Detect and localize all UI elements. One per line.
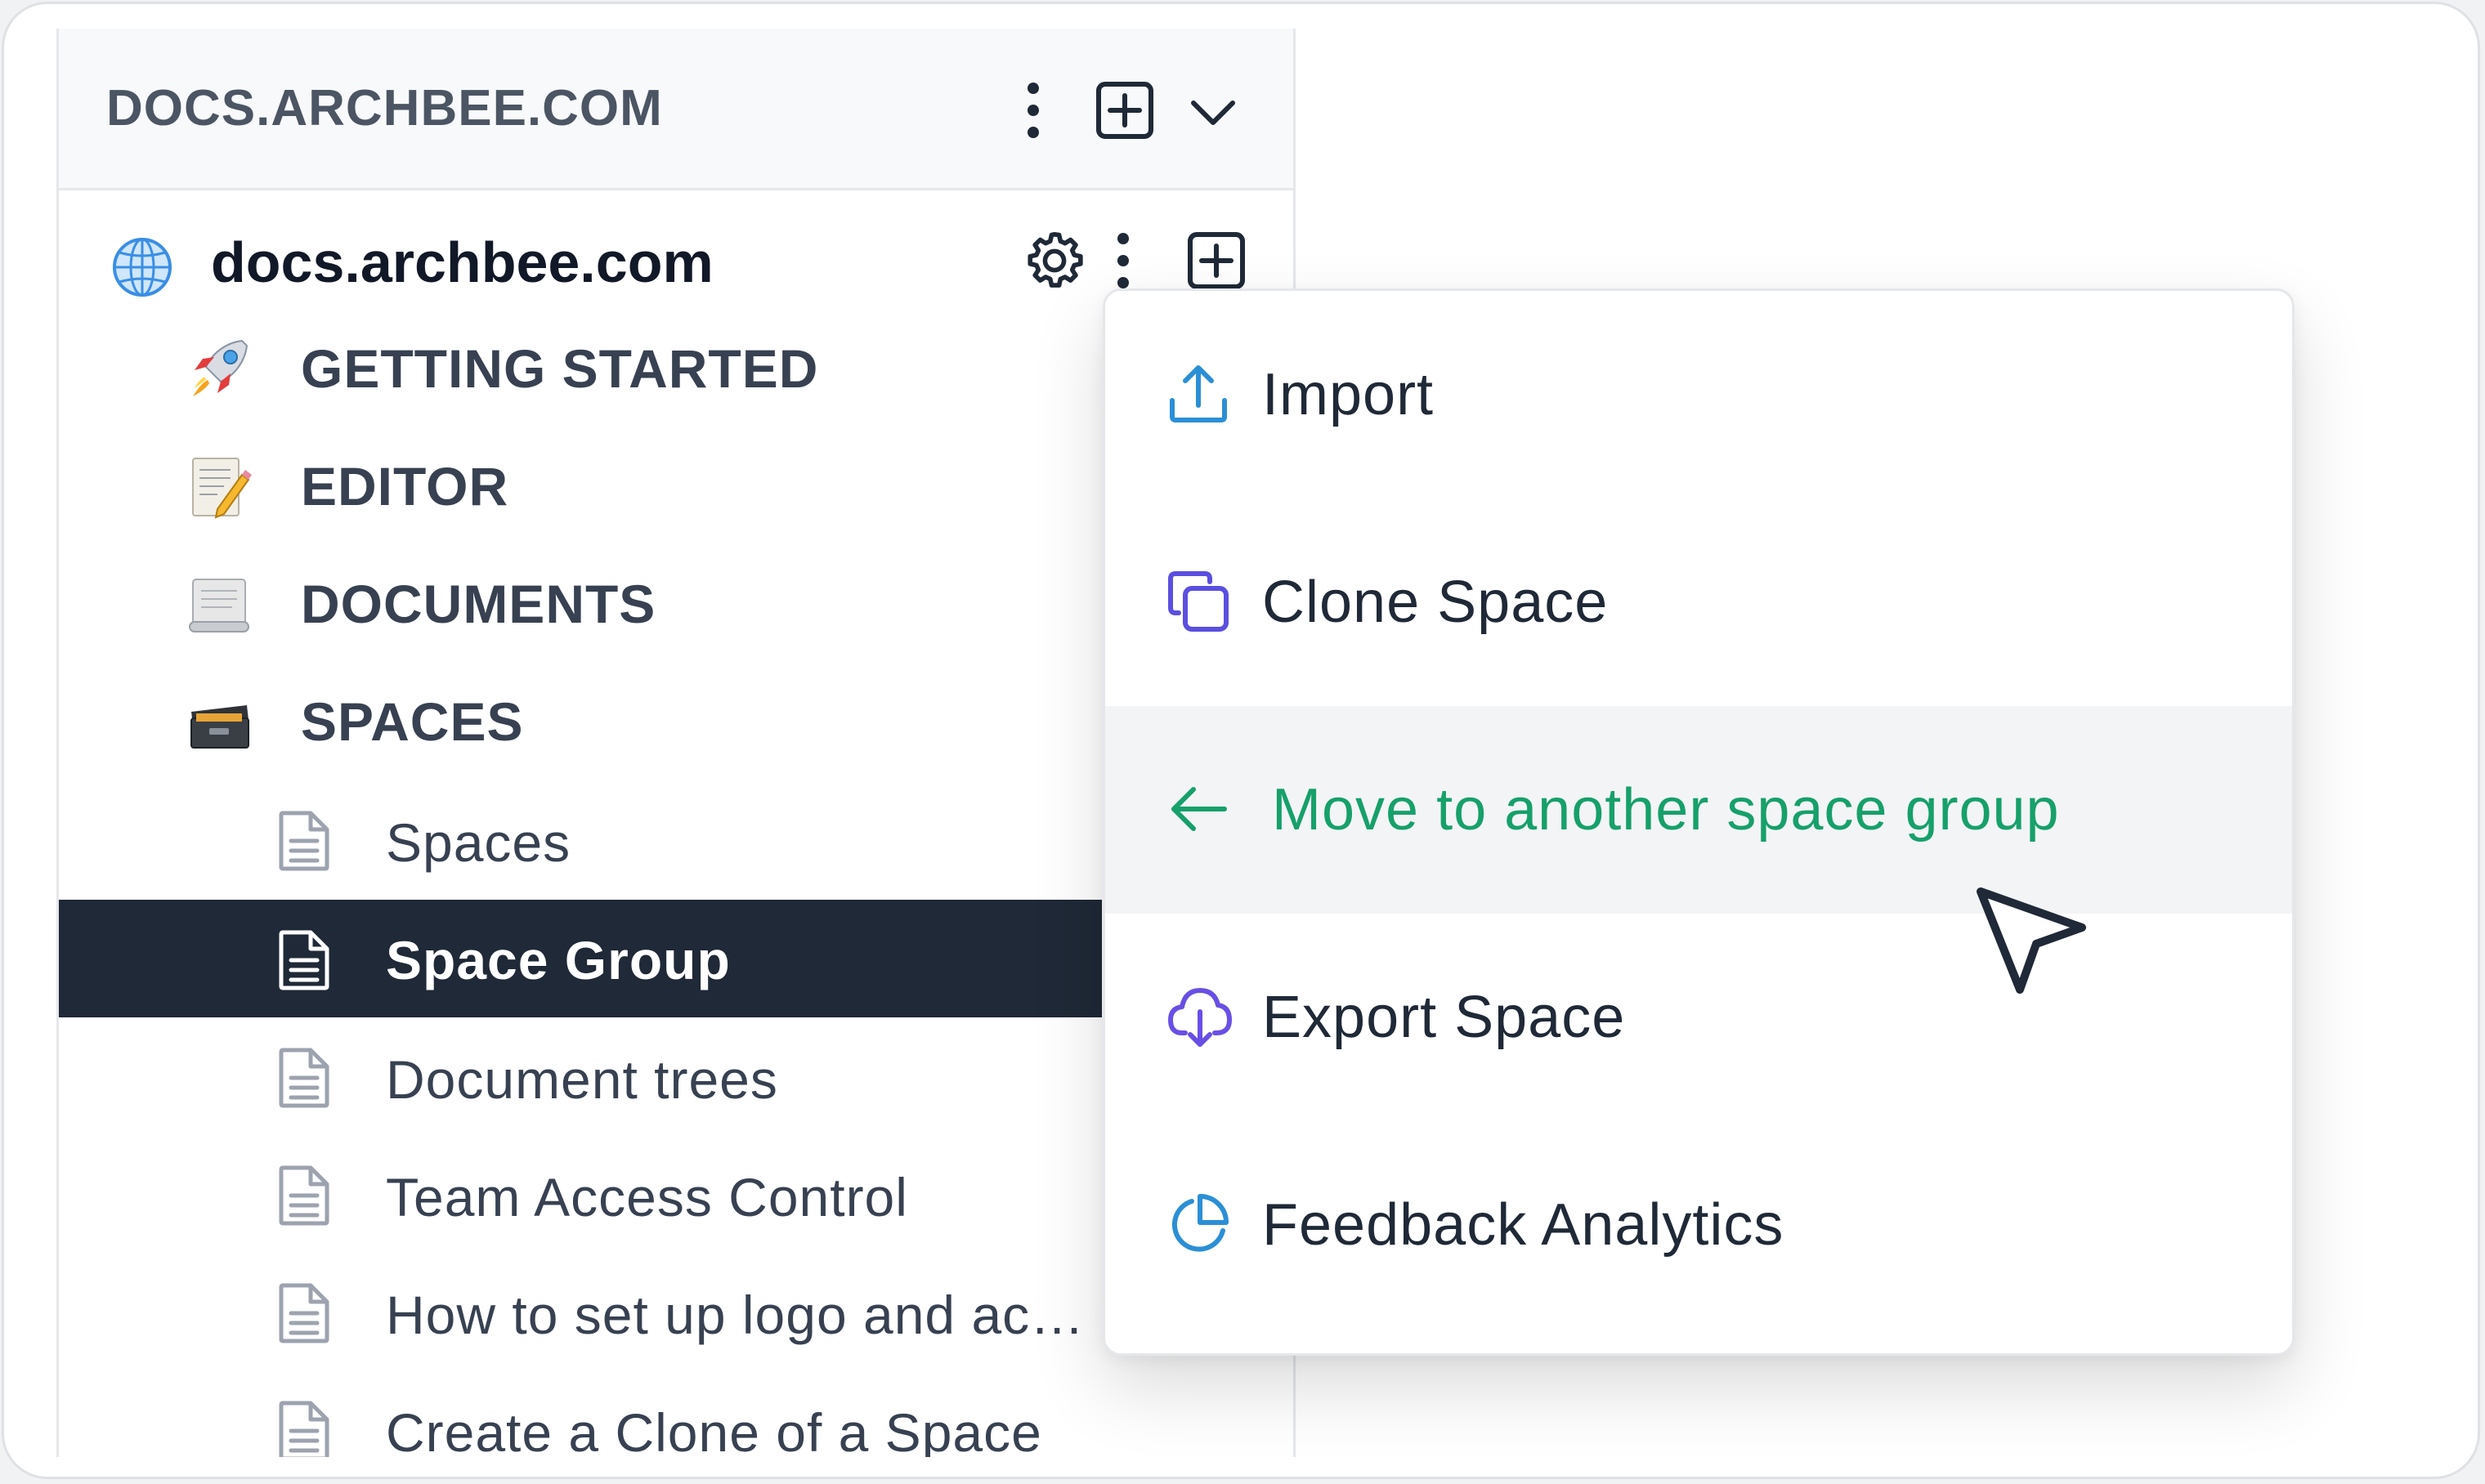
tree-doc-team-access-control[interactable]: Team Access Control bbox=[59, 1137, 1269, 1251]
menu-item-label: Import bbox=[1262, 362, 1435, 427]
mouse-pointer-icon bbox=[1977, 887, 2086, 994]
upload-icon bbox=[1170, 365, 1227, 422]
tree-doc-label: Spaces bbox=[386, 812, 571, 873]
arrow-left-icon bbox=[1171, 787, 1227, 831]
rocket-icon bbox=[185, 337, 253, 400]
tree-doc-label: Create a Clone of a Space bbox=[386, 1402, 1042, 1457]
workspace-header: DOCS.ARCHBEE.COM bbox=[59, 29, 1293, 190]
tree-section-label: SPACES bbox=[301, 691, 524, 752]
add-square-icon bbox=[1188, 232, 1245, 289]
menu-item-move-space-group[interactable]: Move to another space group bbox=[1105, 706, 2292, 914]
tree-section-label: DOCUMENTS bbox=[301, 574, 656, 634]
tree-doc-label: Space Group bbox=[386, 930, 731, 990]
space-name: docs.archbee.com bbox=[211, 230, 714, 294]
tree-doc-logo-setup[interactable]: How to set up logo and ac… bbox=[59, 1254, 1269, 1369]
window-frame: DOCS.ARCHBEE.COM docs.archbee.com GETTIN… bbox=[2, 2, 2480, 1479]
app-viewport: DOCS.ARCHBEE.COM docs.archbee.com GETTIN… bbox=[56, 29, 2468, 1457]
more-vertical-icon bbox=[1117, 233, 1129, 288]
document-icon bbox=[279, 1401, 329, 1457]
memo-icon bbox=[185, 455, 253, 519]
copy-icon bbox=[1168, 571, 1229, 632]
document-icon bbox=[279, 1165, 329, 1226]
tree-section-label: GETTING STARTED bbox=[301, 338, 819, 399]
cloud-download-icon bbox=[1168, 988, 1232, 1047]
tree-doc-create-clone[interactable]: Create a Clone of a Space bbox=[59, 1372, 1269, 1457]
menu-item-export-space[interactable]: Export Space bbox=[1105, 914, 2292, 1121]
tree-doc-label: Document trees bbox=[386, 1049, 778, 1110]
card-box-icon bbox=[185, 691, 253, 753]
menu-item-label: Feedback Analytics bbox=[1262, 1192, 1784, 1258]
menu-item-import[interactable]: Import bbox=[1105, 291, 2292, 498]
tree-doc-space-group[interactable]: Space Group bbox=[59, 900, 1102, 1017]
document-icon bbox=[279, 1048, 329, 1108]
menu-item-feedback-analytics[interactable]: Feedback Analytics bbox=[1105, 1121, 2292, 1329]
workspace-add-button[interactable] bbox=[1095, 81, 1154, 140]
tree-doc-document-trees[interactable]: Document trees bbox=[59, 1019, 1269, 1133]
workspace-title: DOCS.ARCHBEE.COM bbox=[106, 80, 663, 136]
tree-section-label: EDITOR bbox=[301, 456, 509, 516]
document-icon bbox=[279, 811, 329, 871]
globe-icon bbox=[113, 238, 172, 297]
space-settings-button[interactable] bbox=[1019, 225, 1090, 297]
scroll-icon bbox=[185, 573, 253, 635]
workspace-more-button[interactable] bbox=[1017, 79, 1050, 141]
chevron-down-icon bbox=[1191, 101, 1235, 125]
document-icon bbox=[279, 1283, 329, 1343]
space-options-menu: Import Clone Space Move to another space… bbox=[1103, 288, 2295, 1356]
add-square-icon bbox=[1096, 82, 1153, 139]
space-more-button[interactable] bbox=[1107, 230, 1140, 292]
document-icon bbox=[279, 930, 329, 990]
more-vertical-icon bbox=[1028, 83, 1039, 138]
pie-chart-icon bbox=[1171, 1194, 1229, 1252]
gear-icon bbox=[1028, 232, 1083, 288]
menu-item-clone-space[interactable]: Clone Space bbox=[1105, 498, 2292, 706]
menu-item-label: Move to another space group bbox=[1272, 777, 2060, 843]
tree-doc-spaces[interactable]: Spaces bbox=[59, 782, 1269, 896]
tree-doc-label: How to set up logo and ac… bbox=[386, 1285, 1086, 1345]
space-add-button[interactable] bbox=[1187, 231, 1246, 290]
menu-item-label: Clone Space bbox=[1262, 570, 1609, 635]
tree-doc-label: Team Access Control bbox=[386, 1167, 908, 1227]
menu-item-label: Export Space bbox=[1262, 985, 1626, 1050]
workspace-collapse-button[interactable] bbox=[1187, 92, 1239, 133]
